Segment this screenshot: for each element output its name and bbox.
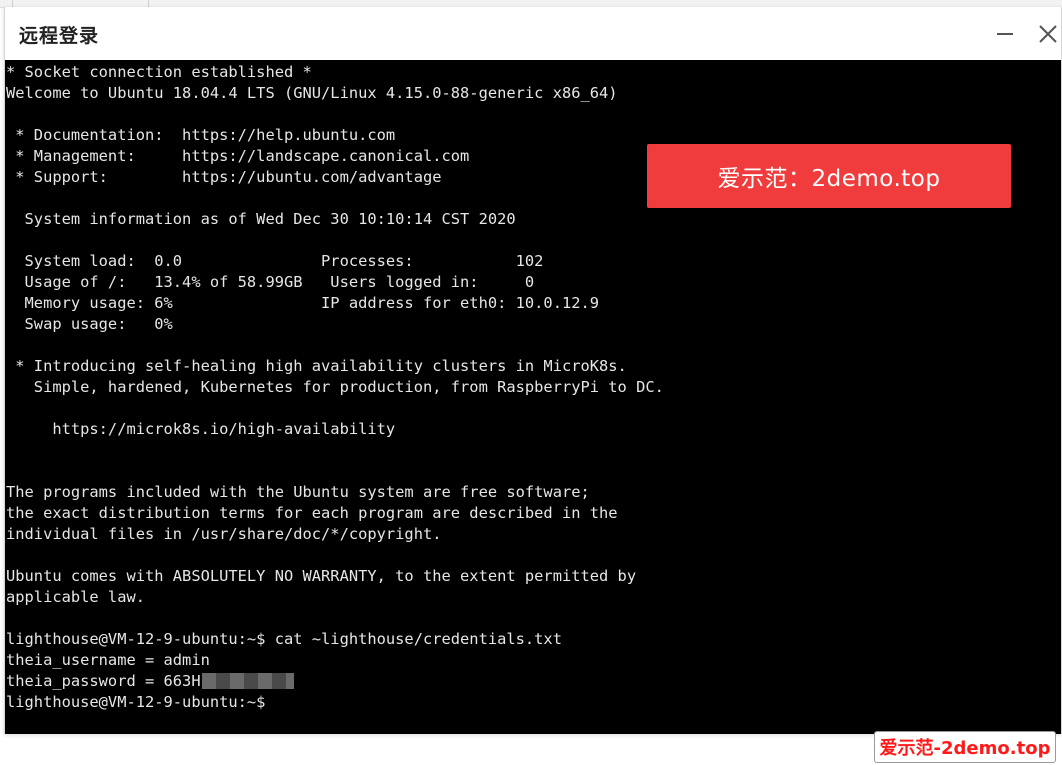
terminal-line: Memory usage: 6% IP address for eth0: 10… [6, 294, 600, 312]
tab-divider [148, 0, 149, 7]
terminal-line: Usage of /: 13.4% of 58.99GB Users logge… [6, 273, 535, 291]
watermark-banner: 爱示范：2demo.top [647, 144, 1011, 208]
dialog-title: 远程登录 [19, 25, 100, 47]
terminal-line: The programs included with the Ubuntu sy… [6, 483, 590, 501]
minimize-button[interactable] [990, 19, 1020, 49]
terminal-output: * Socket connection established * Welcome… [6, 62, 664, 713]
dialog-titlebar: 远程登录 [5, 7, 1061, 61]
redacted-password-mask [201, 673, 294, 689]
terminal-line: * Management: https://landscape.canonica… [6, 147, 470, 165]
terminal-line: Swap usage: 0% [6, 315, 173, 333]
close-icon [1039, 25, 1057, 43]
watermark-badge: 爱示范-2demo.top [874, 731, 1056, 763]
terminal-line: * Support: https://ubuntu.com/advantage [6, 168, 442, 186]
terminal-line: System load: 0.0 Processes: 102 [6, 252, 544, 270]
terminal-line: theia_password = 663H [6, 671, 664, 692]
terminal-line: applicable law. [6, 588, 145, 606]
minimize-icon [997, 33, 1013, 35]
terminal-line: System information as of Wed Dec 30 10:1… [6, 210, 516, 228]
close-button[interactable] [1033, 19, 1062, 49]
terminal-line: * Introducing self-healing high availabi… [6, 357, 627, 375]
terminal-line: theia_username = admin [6, 651, 210, 669]
terminal-line: lighthouse@VM-12-9-ubuntu:~$ cat ~lighth… [6, 630, 562, 648]
terminal-line: Welcome to Ubuntu 18.04.4 LTS (GNU/Linux… [6, 84, 618, 102]
terminal-line: * Socket connection established * [6, 63, 312, 81]
terminal-line: the exact distribution terms for each pr… [6, 504, 618, 522]
terminal-line: Ubuntu comes with ABSOLUTELY NO WARRANTY… [6, 567, 637, 585]
terminal-line: lighthouse@VM-12-9-ubuntu:~$ [6, 693, 266, 711]
terminal-line: * Documentation: https://help.ubuntu.com [6, 126, 396, 144]
terminal-line: Simple, hardened, Kubernetes for product… [6, 378, 664, 396]
tab-divider [12, 0, 13, 7]
terminal-line: individual files in /usr/share/doc/*/cop… [6, 525, 442, 543]
terminal-line: https://microk8s.io/high-availability [6, 420, 396, 438]
remote-login-dialog: 远程登录 * Socket connection established * We… [4, 7, 1062, 734]
